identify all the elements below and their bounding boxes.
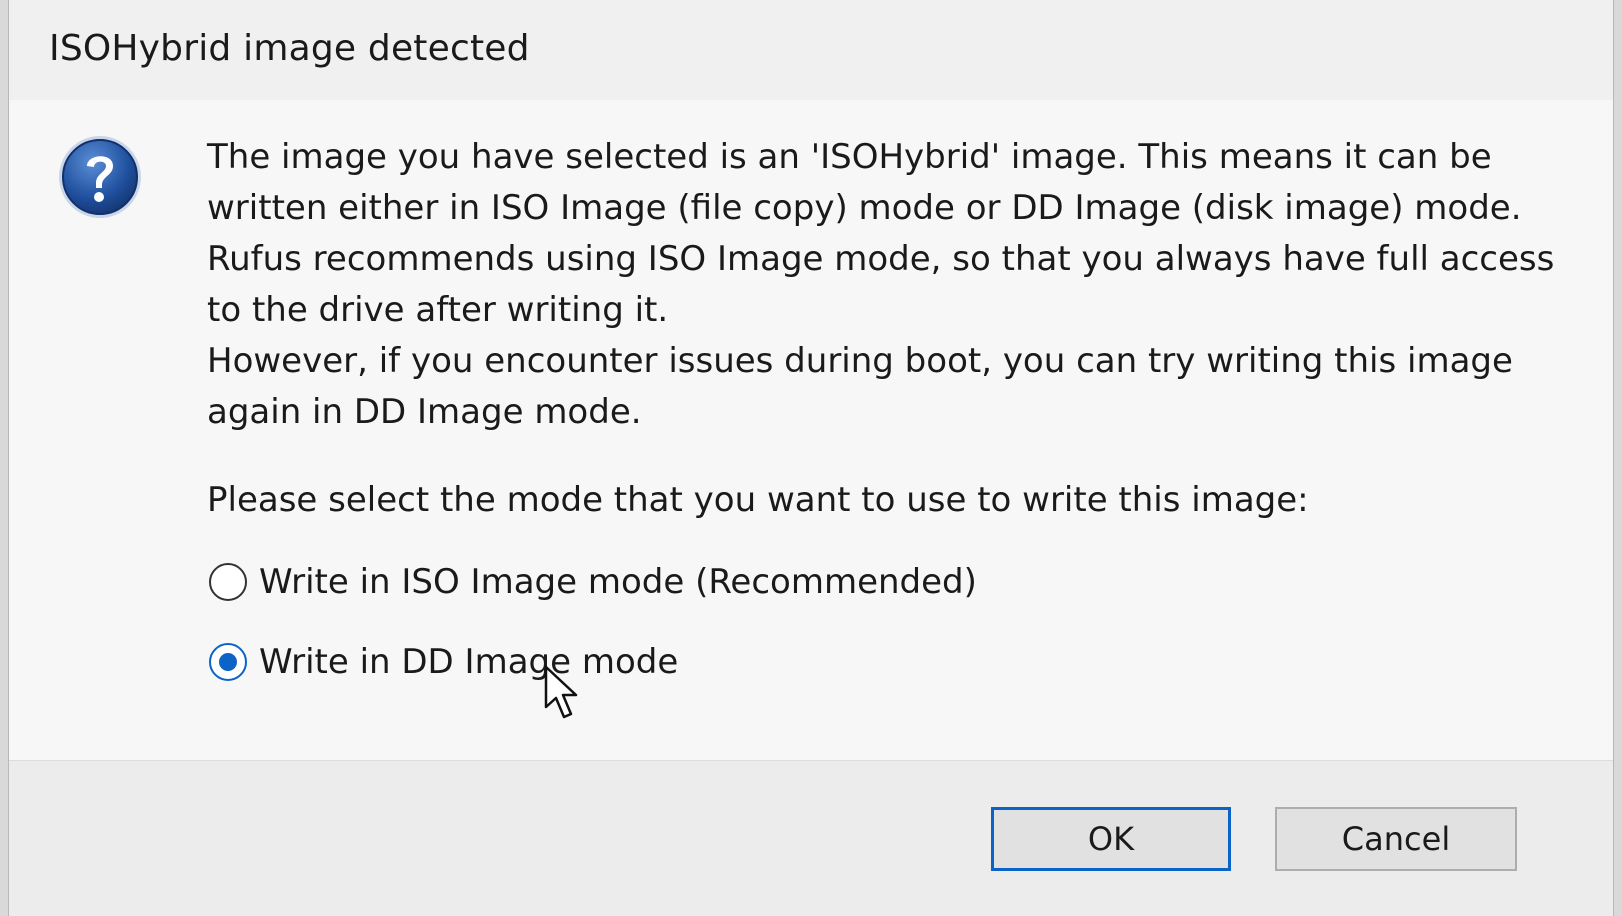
message-paragraph-3: However, if you encounter issues during … bbox=[207, 341, 1513, 432]
dialog-title: ISOHybrid image detected bbox=[49, 28, 530, 69]
question-icon bbox=[59, 136, 141, 218]
mouse-cursor-icon bbox=[544, 665, 578, 719]
dd-mode-option[interactable]: Write in DD Image mode bbox=[209, 642, 678, 682]
cancel-button[interactable]: Cancel bbox=[1275, 807, 1517, 871]
dialog-footer: OK Cancel bbox=[9, 760, 1613, 916]
ok-button[interactable]: OK bbox=[991, 807, 1231, 871]
dd-mode-radio[interactable] bbox=[209, 643, 247, 681]
iso-mode-radio[interactable] bbox=[209, 563, 247, 601]
mode-prompt: Please select the mode that you want to … bbox=[207, 480, 1309, 520]
iso-mode-option[interactable]: Write in ISO Image mode (Recommended) bbox=[209, 562, 977, 602]
message-paragraph-2: Rufus recommends using ISO Image mode, s… bbox=[207, 239, 1555, 330]
iso-mode-label[interactable]: Write in ISO Image mode (Recommended) bbox=[259, 562, 977, 602]
isohybrid-dialog: ISOHybrid image detected The image you h… bbox=[8, 0, 1614, 916]
dialog-message: The image you have selected is an 'ISOHy… bbox=[207, 132, 1587, 438]
dialog-content: The image you have selected is an 'ISOHy… bbox=[9, 100, 1613, 760]
message-paragraph-1: The image you have selected is an 'ISOHy… bbox=[207, 137, 1522, 228]
dd-mode-label[interactable]: Write in DD Image mode bbox=[259, 642, 678, 682]
